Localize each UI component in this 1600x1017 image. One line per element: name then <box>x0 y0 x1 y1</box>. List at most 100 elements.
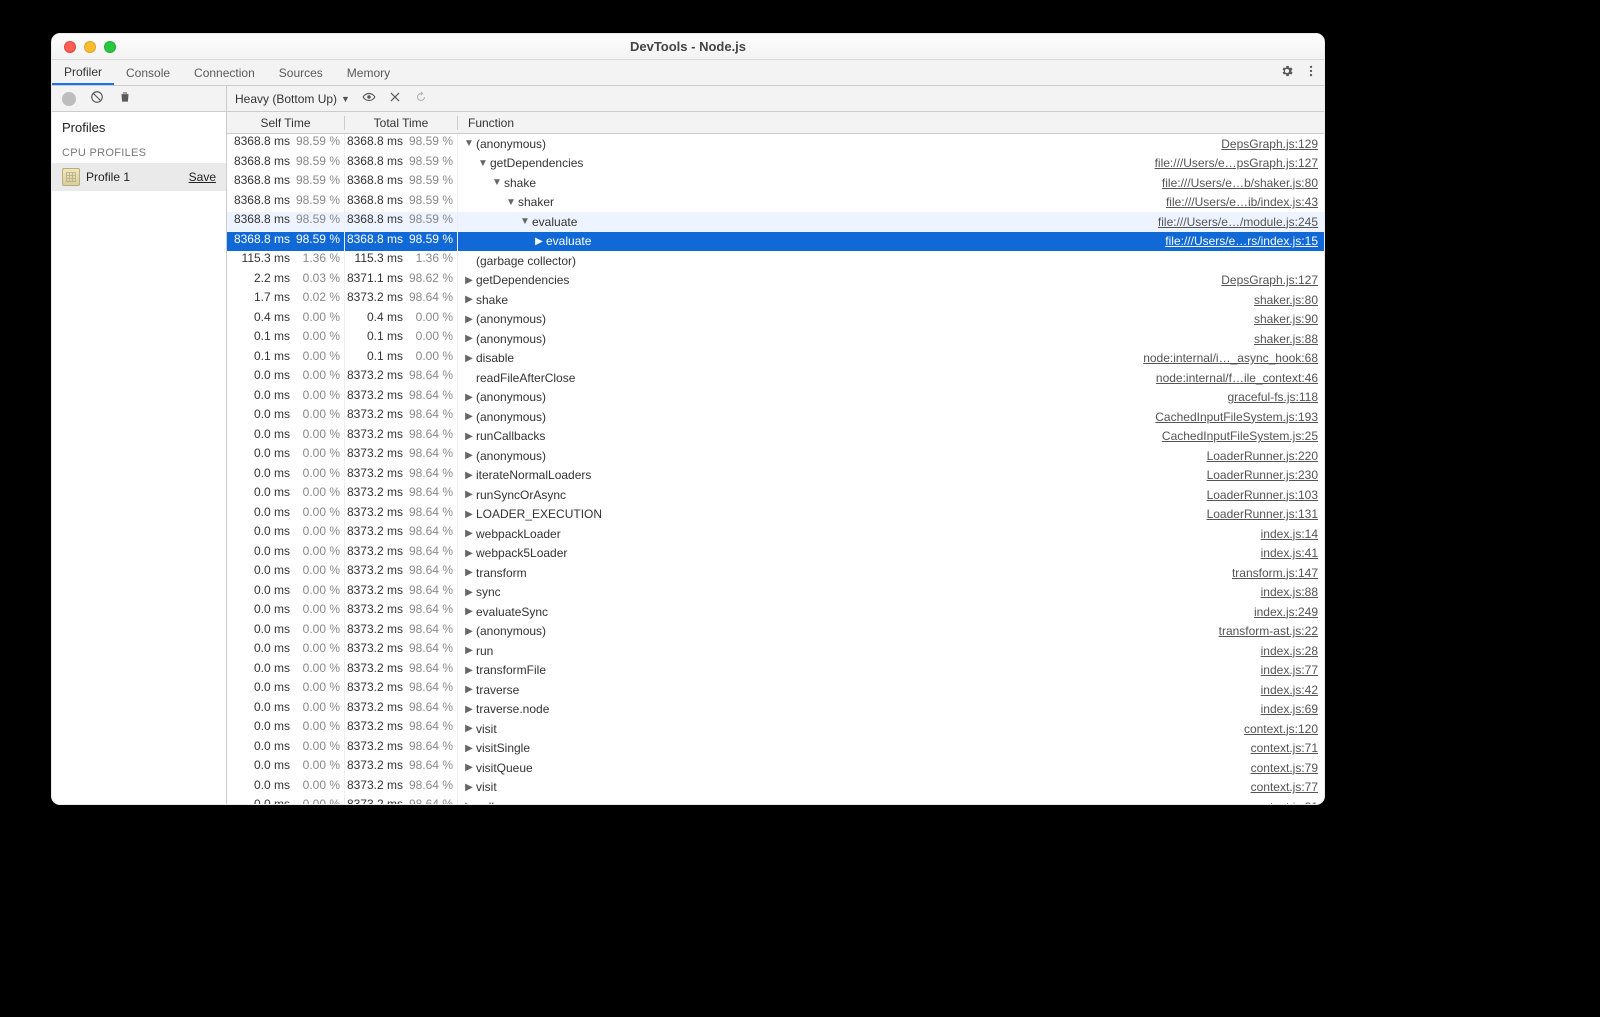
col-total-time[interactable]: Total Time <box>345 116 458 130</box>
col-function[interactable]: Function <box>458 116 1324 130</box>
source-link[interactable]: shaker.js:80 <box>1254 293 1318 307</box>
chevron-right-icon[interactable]: ▶ <box>464 431 474 442</box>
source-link[interactable]: CachedInputFileSystem.js:25 <box>1162 429 1318 443</box>
chevron-down-icon[interactable]: ▼ <box>506 197 516 208</box>
chevron-right-icon[interactable]: ▶ <box>464 743 474 754</box>
chevron-right-icon[interactable]: ▶ <box>464 411 474 422</box>
chevron-right-icon[interactable]: ▶ <box>464 567 474 578</box>
col-self-time[interactable]: Self Time <box>227 116 345 130</box>
tab-connection[interactable]: Connection <box>182 60 267 85</box>
table-row[interactable]: 0.1 ms0.00 %0.1 ms0.00 %▶(anonymous)shak… <box>227 329 1324 349</box>
table-row[interactable]: 0.0 ms0.00 %8373.2 ms98.64 %▶iterateNorm… <box>227 466 1324 486</box>
table-row[interactable]: 115.3 ms1.36 %115.3 ms1.36 %(garbage col… <box>227 251 1324 271</box>
source-link[interactable]: index.js:28 <box>1261 644 1318 658</box>
exclude-icon[interactable] <box>388 90 402 107</box>
source-link[interactable]: context.js:71 <box>1251 741 1318 755</box>
chevron-right-icon[interactable]: ▶ <box>464 782 474 793</box>
chevron-right-icon[interactable]: ▶ <box>464 665 474 676</box>
table-row[interactable]: 0.0 ms0.00 %8373.2 ms98.64 %▶runindex.js… <box>227 641 1324 661</box>
source-link[interactable]: transform-ast.js:22 <box>1219 624 1318 638</box>
delete-icon[interactable] <box>118 90 132 107</box>
chevron-right-icon[interactable]: ▶ <box>464 645 474 656</box>
table-row[interactable]: 0.0 ms0.00 %8373.2 ms98.64 %▶visitSingle… <box>227 739 1324 759</box>
source-link[interactable]: index.js:42 <box>1261 683 1318 697</box>
table-row[interactable]: 0.0 ms0.00 %8373.2 ms98.64 %▶runSyncOrAs… <box>227 485 1324 505</box>
table-row[interactable]: 0.0 ms0.00 %8373.2 ms98.64 %▶visitcontex… <box>227 778 1324 798</box>
source-link[interactable]: node:internal/i…_async_hook:68 <box>1143 351 1318 365</box>
table-row[interactable]: 0.0 ms0.00 %8373.2 ms98.64 %▶(anonymous)… <box>227 407 1324 427</box>
source-link[interactable]: file:///Users/e…psGraph.js:127 <box>1155 156 1318 170</box>
table-row[interactable]: 0.0 ms0.00 %8373.2 ms98.64 %▶LOADER_EXEC… <box>227 505 1324 525</box>
chevron-right-icon[interactable]: ▶ <box>464 704 474 715</box>
chevron-down-icon[interactable]: ▼ <box>492 177 502 188</box>
table-row[interactable]: 0.0 ms0.00 %8373.2 ms98.64 %▶webpackLoad… <box>227 524 1324 544</box>
table-row[interactable]: 8368.8 ms98.59 %8368.8 ms98.59 %▼evaluat… <box>227 212 1324 232</box>
table-row[interactable]: 0.0 ms0.00 %8373.2 ms98.64 %▶evaluateSyn… <box>227 602 1324 622</box>
source-link[interactable]: LoaderRunner.js:103 <box>1207 488 1318 502</box>
settings-icon[interactable] <box>1280 64 1294 81</box>
chevron-right-icon[interactable]: ▶ <box>464 606 474 617</box>
table-row[interactable]: 0.0 ms0.00 %8373.2 ms98.64 %▶traverse.no… <box>227 700 1324 720</box>
chevron-right-icon[interactable]: ▶ <box>464 528 474 539</box>
source-link[interactable]: index.js:14 <box>1261 527 1318 541</box>
table-row[interactable]: 0.0 ms0.00 %8373.2 ms98.64 %▶webpack5Loa… <box>227 544 1324 564</box>
table-row[interactable]: 0.0 ms0.00 %8373.2 ms98.64 %▶transformtr… <box>227 563 1324 583</box>
tab-console[interactable]: Console <box>114 60 182 85</box>
table-row[interactable]: 8368.8 ms98.59 %8368.8 ms98.59 %▶evaluat… <box>227 232 1324 252</box>
chevron-right-icon[interactable]: ▶ <box>464 353 474 364</box>
source-link[interactable]: index.js:249 <box>1254 605 1318 619</box>
source-link[interactable]: CachedInputFileSystem.js:193 <box>1155 410 1318 424</box>
chevron-right-icon[interactable]: ▶ <box>464 587 474 598</box>
source-link[interactable]: file:///Users/e…/module.js:245 <box>1158 215 1318 229</box>
table-row[interactable]: 1.7 ms0.02 %8373.2 ms98.64 %▶shakeshaker… <box>227 290 1324 310</box>
source-link[interactable]: DepsGraph.js:127 <box>1221 273 1318 287</box>
source-link[interactable]: file:///Users/e…b/shaker.js:80 <box>1162 176 1318 190</box>
table-row[interactable]: 0.0 ms0.00 %8373.2 ms98.64 %▶runCallback… <box>227 427 1324 447</box>
chevron-down-icon[interactable]: ▼ <box>464 138 474 149</box>
chevron-right-icon[interactable]: ▶ <box>464 450 474 461</box>
table-row[interactable]: 8368.8 ms98.59 %8368.8 ms98.59 %▼(anonym… <box>227 134 1324 154</box>
table-row[interactable]: 0.0 ms0.00 %8373.2 ms98.64 %▶syncindex.j… <box>227 583 1324 603</box>
chevron-down-icon[interactable]: ▼ <box>478 158 488 169</box>
table-row[interactable]: 8368.8 ms98.59 %8368.8 ms98.59 %▼shakefi… <box>227 173 1324 193</box>
chevron-right-icon[interactable]: ▶ <box>464 333 474 344</box>
refresh-icon[interactable] <box>414 90 428 107</box>
source-link[interactable]: context.js:120 <box>1244 722 1318 736</box>
source-link[interactable]: file:///Users/e…rs/index.js:15 <box>1165 234 1318 248</box>
source-link[interactable]: index.js:69 <box>1261 702 1318 716</box>
source-link[interactable]: DepsGraph.js:129 <box>1221 137 1318 151</box>
table-row[interactable]: 0.0 ms0.00 %8373.2 ms98.64 %▶transformFi… <box>227 661 1324 681</box>
source-link[interactable]: index.js:77 <box>1261 663 1318 677</box>
table-row[interactable]: 0.0 ms0.00 %8373.2 ms98.64 %▶visitcontex… <box>227 719 1324 739</box>
tab-memory[interactable]: Memory <box>335 60 402 85</box>
chevron-right-icon[interactable]: ▶ <box>464 314 474 325</box>
table-row[interactable]: 0.0 ms0.00 %8373.2 ms98.64 %▶visitQueuec… <box>227 758 1324 778</box>
source-link[interactable]: shaker.js:90 <box>1254 312 1318 326</box>
table-row[interactable]: 8368.8 ms98.59 %8368.8 ms98.59 %▼getDepe… <box>227 154 1324 174</box>
profile-item[interactable]: Profile 1 Save <box>52 163 226 191</box>
chevron-down-icon[interactable]: ▼ <box>520 216 530 227</box>
chevron-right-icon[interactable]: ▶ <box>464 509 474 520</box>
table-row[interactable]: 8368.8 ms98.59 %8368.8 ms98.59 %▼shakerf… <box>227 193 1324 213</box>
chevron-right-icon[interactable]: ▶ <box>464 294 474 305</box>
record-button[interactable] <box>62 92 76 106</box>
chevron-right-icon[interactable]: ▶ <box>464 684 474 695</box>
tab-profiler[interactable]: Profiler <box>52 60 114 85</box>
table-row[interactable]: 0.4 ms0.00 %0.4 ms0.00 %▶(anonymous)shak… <box>227 310 1324 330</box>
chevron-right-icon[interactable]: ▶ <box>464 626 474 637</box>
chevron-right-icon[interactable]: ▶ <box>464 470 474 481</box>
focus-icon[interactable] <box>362 90 376 107</box>
source-link[interactable]: index.js:41 <box>1261 546 1318 560</box>
chevron-right-icon[interactable]: ▶ <box>464 275 474 286</box>
source-link[interactable]: file:///Users/e…ib/index.js:43 <box>1166 195 1318 209</box>
sort-mode-select[interactable]: Heavy (Bottom Up) ▼ <box>235 92 350 106</box>
chevron-right-icon[interactable]: ▶ <box>464 392 474 403</box>
clear-icon[interactable] <box>90 90 104 107</box>
chevron-right-icon[interactable]: ▶ <box>464 723 474 734</box>
chevron-right-icon[interactable]: ▶ <box>464 548 474 559</box>
table-row[interactable]: 0.0 ms0.00 %8373.2 ms98.64 %▶(anonymous)… <box>227 446 1324 466</box>
table-row[interactable]: 0.0 ms0.00 %8373.2 ms98.64 %▶(anonymous)… <box>227 622 1324 642</box>
tab-sources[interactable]: Sources <box>267 60 335 85</box>
source-link[interactable]: graceful-fs.js:118 <box>1228 390 1319 404</box>
source-link[interactable]: transform.js:147 <box>1232 566 1318 580</box>
